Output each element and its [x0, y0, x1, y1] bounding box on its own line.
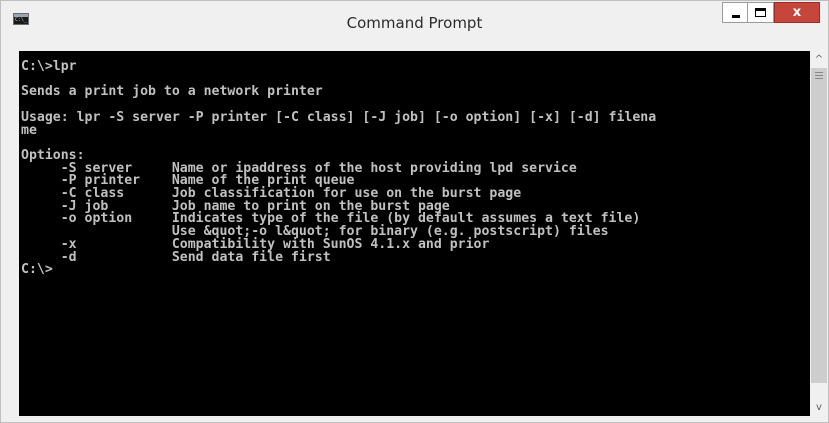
console-line: me [21, 122, 37, 138]
thumb-grip-icon [815, 72, 823, 73]
console-line: Sends a print job to a network printer [21, 84, 323, 100]
console-line: C:\> [21, 262, 53, 278]
window-title: Command Prompt [346, 14, 483, 32]
title-bar[interactable]: C:\_ Command Prompt x [1, 1, 828, 45]
console-line: Usage: lpr -S server -P printer [-C clas… [21, 109, 657, 125]
close-button[interactable]: x [774, 2, 820, 23]
scroll-thumb[interactable] [811, 68, 827, 383]
minimize-icon [732, 15, 740, 18]
scroll-up-arrow-icon[interactable]: ^ [810, 51, 828, 68]
console-text: C:\>lpr Sends a print job to a network p… [21, 59, 657, 278]
maximize-icon [755, 8, 766, 17]
command-prompt-window: C:\_ Command Prompt x C:\>lpr Sends a pr… [0, 0, 829, 423]
close-icon: x [792, 5, 802, 20]
maximize-button[interactable] [748, 2, 774, 23]
vertical-scrollbar[interactable]: ^ v [810, 51, 828, 416]
console-line: -d Send data file first [21, 249, 331, 265]
scroll-down-arrow-icon[interactable]: v [810, 399, 828, 416]
console-line: C:\>lpr [21, 59, 77, 74]
minimize-button[interactable] [722, 2, 748, 23]
console-output-area[interactable]: C:\>lpr Sends a print job to a network p… [19, 51, 810, 416]
